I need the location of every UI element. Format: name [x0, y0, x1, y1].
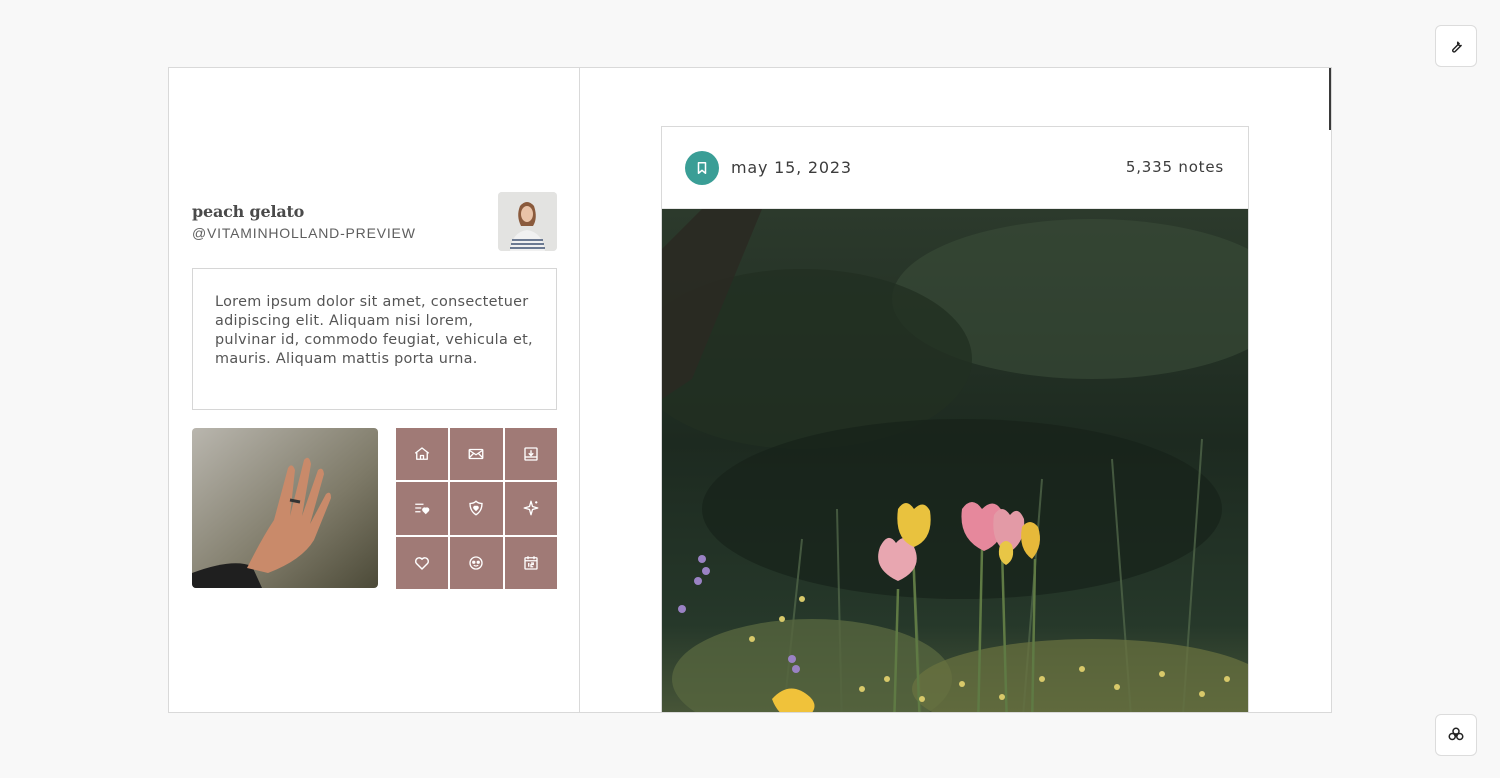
face-icon [469, 556, 484, 570]
theme-button[interactable] [1435, 714, 1477, 756]
wrench-icon [1452, 41, 1462, 53]
blog-title[interactable]: peach gelato [192, 202, 304, 221]
nav-mail[interactable] [450, 428, 503, 481]
scrollbar[interactable] [1329, 68, 1331, 130]
nav-archive[interactable] [504, 428, 557, 481]
navigation-icon-grid [396, 428, 557, 589]
post-notes[interactable]: 5,335 notes [1126, 158, 1224, 176]
nav-face[interactable] [450, 536, 503, 589]
nav-calendar[interactable] [504, 536, 557, 589]
blog-handle: @VITAMINHOLLAND-PREVIEW [192, 225, 416, 241]
avatar[interactable] [498, 192, 557, 251]
mail-icon [469, 448, 484, 460]
nav-likes[interactable] [396, 536, 449, 589]
post-photo [662, 209, 1248, 712]
nav-likes-list[interactable] [396, 482, 449, 535]
heart-icon [415, 556, 430, 570]
sparkle-icon [523, 501, 539, 516]
bookmark-icon [697, 161, 707, 175]
post-date[interactable]: may 15, 2023 [731, 158, 852, 177]
flower-icon [1448, 727, 1464, 741]
sidebar-photo [192, 428, 378, 588]
post-header: may 15, 2023 5,335 notes [662, 127, 1248, 209]
post-card: may 15, 2023 5,335 notes [661, 126, 1249, 712]
home-icon [414, 447, 430, 461]
nav-home[interactable] [396, 428, 449, 481]
likes-list-icon [415, 504, 430, 515]
permalink-button[interactable] [685, 151, 719, 185]
calendar-icon [524, 556, 538, 570]
nav-heart-shield[interactable] [450, 482, 503, 535]
archive-icon [524, 447, 538, 461]
profile-header: peach gelato @VITAMINHOLLAND-PREVIEW [192, 192, 557, 252]
blog-frame: peach gelato @VITAMINHOLLAND-PREVIEW Lor… [168, 67, 1332, 713]
customize-button[interactable] [1435, 25, 1477, 67]
sidebar: peach gelato @VITAMINHOLLAND-PREVIEW Lor… [169, 68, 580, 712]
blog-description: Lorem ipsum dolor sit amet, consectetuer… [192, 268, 557, 410]
heart-shield-icon [469, 500, 484, 517]
nav-sparkle[interactable] [504, 482, 557, 535]
